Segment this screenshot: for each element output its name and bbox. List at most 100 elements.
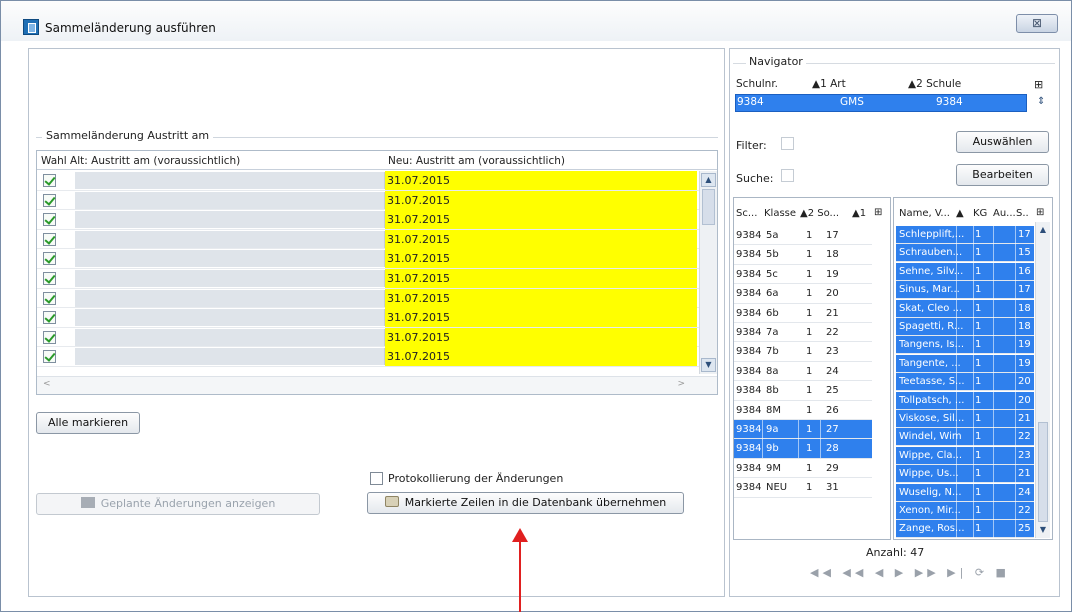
class-row[interactable]: 9384 9M 1 29 xyxy=(734,459,872,479)
student-row[interactable]: Spagetti, R... 1 18 xyxy=(896,318,1034,337)
table-row[interactable]: 31.07.2015 xyxy=(37,249,699,269)
apply-to-database-button[interactable]: Markierte Zeilen in die Datenbank überne… xyxy=(367,492,684,514)
student-header-sort[interactable]: ▲ xyxy=(956,208,964,219)
select-all-button[interactable]: Alle markieren xyxy=(36,412,140,434)
select-button[interactable]: Auswählen xyxy=(956,131,1049,153)
student-row[interactable]: Wippe, Us... 1 21 xyxy=(896,465,1034,485)
scroll-thumb[interactable] xyxy=(1038,422,1048,522)
school-row-selected[interactable] xyxy=(735,94,1027,112)
table-row[interactable]: 31.07.2015 xyxy=(37,308,699,328)
class-header-sc[interactable]: Sc... xyxy=(736,208,757,219)
record-navigation-icons[interactable]: ◀◀ ◀◀ ◀ ▶ ▶▶ ▶| ⟳ ■ xyxy=(810,566,1010,579)
header-schule[interactable]: ▲2 Schule xyxy=(908,78,961,90)
table-row[interactable]: 31.07.2015 xyxy=(37,288,699,309)
filter-checkbox[interactable] xyxy=(781,137,794,150)
scroll-left-icon[interactable]: < xyxy=(43,379,51,389)
student-row[interactable]: Windel, Wim 1 22 xyxy=(896,428,1034,448)
student-row[interactable]: Sinus, Mar... 1 17 xyxy=(896,281,1034,301)
table-row[interactable]: 31.07.2015 xyxy=(37,229,699,250)
student-header-name[interactable]: Name, V... xyxy=(899,208,950,219)
student-row[interactable]: Xenon, Mir... 1 22 xyxy=(896,502,1034,521)
new-value-cell[interactable]: 31.07.2015 xyxy=(385,347,697,367)
table-row[interactable]: 31.07.2015 xyxy=(37,210,699,230)
student-row[interactable]: Sehne, Silv... 1 16 xyxy=(896,262,1034,282)
close-button[interactable]: ⊠ xyxy=(1016,14,1058,33)
search-checkbox[interactable] xyxy=(781,169,794,182)
header-art[interactable]: ▲1 Art xyxy=(812,78,846,90)
class-header-so[interactable]: ▲2 So... xyxy=(800,208,839,219)
new-value-cell[interactable]: 31.07.2015 xyxy=(385,327,697,347)
row-checkbox[interactable] xyxy=(43,291,56,305)
vertical-scrollbar[interactable]: ▲ ▼ xyxy=(699,171,717,374)
new-value-cell[interactable]: 31.07.2015 xyxy=(385,229,697,249)
class-header-klasse[interactable]: Klasse xyxy=(764,208,796,219)
row-checkbox[interactable] xyxy=(43,232,56,246)
class-row[interactable]: 9384 NEU 1 31 xyxy=(734,478,872,498)
student-row[interactable]: Viskose, Sil... 1 21 xyxy=(896,410,1034,429)
horizontal-scrollbar[interactable]: < > xyxy=(37,376,717,394)
row-checkbox[interactable] xyxy=(43,350,56,364)
student-row[interactable]: Tangente, ... 1 19 xyxy=(896,354,1034,374)
class-row[interactable]: 9384 5a 1 17 xyxy=(734,226,872,246)
class-header-sort[interactable]: ▲1 xyxy=(852,208,866,219)
new-value-cell[interactable]: 31.07.2015 xyxy=(385,210,697,230)
row-checkbox[interactable] xyxy=(43,330,56,344)
class-row[interactable]: 9384 9a 1 27 xyxy=(734,420,872,440)
class-row[interactable]: 9384 8a 1 24 xyxy=(734,362,872,382)
new-value-cell[interactable]: 31.07.2015 xyxy=(385,171,697,190)
scroll-right-icon[interactable]: > xyxy=(677,379,685,389)
student-column-chooser-icon[interactable]: ⊞ xyxy=(1036,207,1044,218)
student-header-s[interactable]: S.. xyxy=(1016,208,1029,219)
table-row[interactable]: 31.07.2015 xyxy=(37,268,699,289)
class-row[interactable]: 9384 7b 1 23 xyxy=(734,342,872,362)
student-row[interactable]: Schlepplift,... 1 17 xyxy=(896,226,1034,245)
show-planned-changes-button[interactable]: Geplante Änderungen anzeigen xyxy=(36,493,320,515)
class-row[interactable]: 9384 5b 1 18 xyxy=(734,245,872,265)
row-checkbox[interactable] xyxy=(43,213,56,227)
class-column-chooser-icon[interactable]: ⊞ xyxy=(874,207,882,218)
new-value-cell[interactable]: 31.07.2015 xyxy=(385,268,697,288)
scroll-up-icon[interactable]: ▲ xyxy=(1037,224,1049,236)
class-row[interactable]: 9384 6a 1 20 xyxy=(734,284,872,304)
scroll-down-icon[interactable]: ▼ xyxy=(1037,524,1049,536)
row-checkbox[interactable] xyxy=(43,252,56,266)
student-header-kg[interactable]: KG xyxy=(973,208,987,219)
scroll-thumb[interactable] xyxy=(702,189,715,225)
class-row[interactable]: 9384 9b 1 28 xyxy=(734,439,872,459)
class-row[interactable]: 9384 5c 1 19 xyxy=(734,265,872,285)
student-row[interactable]: Wuselig, N... 1 24 xyxy=(896,483,1034,503)
row-checkbox[interactable] xyxy=(43,271,56,285)
header-schulnr[interactable]: Schulnr. xyxy=(736,78,778,90)
column-header-old[interactable]: Wahl Alt: Austritt am (voraussichtlich) xyxy=(41,155,240,167)
column-chooser-icon[interactable]: ⊞ xyxy=(1034,78,1043,91)
student-row[interactable]: Tollpatsch, ... 1 20 xyxy=(896,391,1034,411)
student-row[interactable]: Teetasse, S... 1 20 xyxy=(896,373,1034,393)
new-value-cell[interactable]: 31.07.2015 xyxy=(385,190,697,210)
student-row[interactable]: Zange, Ros... 1 25 xyxy=(896,520,1034,540)
class-row[interactable]: 9384 8b 1 25 xyxy=(734,381,872,401)
student-header-au[interactable]: Au... xyxy=(993,208,1016,219)
column-header-new[interactable]: Neu: Austritt am (voraussichtlich) xyxy=(388,155,565,167)
student-row[interactable]: Schrauben... 1 15 xyxy=(896,244,1034,264)
edit-button[interactable]: Bearbeiten xyxy=(956,164,1049,186)
table-row[interactable]: 31.07.2015 xyxy=(37,347,699,367)
student-row[interactable]: Wippe, Cla... 1 23 xyxy=(896,446,1034,466)
student-row[interactable]: Tangens, Is... 1 19 xyxy=(896,336,1034,356)
scroll-down-icon[interactable]: ▼ xyxy=(701,358,716,372)
row-checkbox[interactable] xyxy=(43,311,56,325)
row-checkbox[interactable] xyxy=(43,174,56,187)
student-scrollbar[interactable]: ▲ ▼ xyxy=(1035,222,1050,538)
new-value-cell[interactable]: 31.07.2015 xyxy=(385,308,697,328)
scroll-up-icon[interactable]: ▲ xyxy=(701,173,716,187)
table-row[interactable]: 31.07.2015 xyxy=(37,190,699,211)
table-row[interactable]: 31.07.2015 xyxy=(37,327,699,348)
student-row[interactable]: Skat, Cleo ... 1 18 xyxy=(896,299,1034,319)
protocol-checkbox[interactable] xyxy=(370,472,383,485)
new-value-cell[interactable]: 31.07.2015 xyxy=(385,288,697,308)
row-checkbox[interactable] xyxy=(43,193,56,207)
new-value-cell[interactable]: 31.07.2015 xyxy=(385,249,697,269)
table-row[interactable]: 31.07.2015 xyxy=(37,171,699,191)
spin-icon[interactable]: ⇕ xyxy=(1037,96,1045,107)
class-row[interactable]: 9384 8M 1 26 xyxy=(734,401,872,420)
class-row[interactable]: 9384 7a 1 22 xyxy=(734,323,872,343)
